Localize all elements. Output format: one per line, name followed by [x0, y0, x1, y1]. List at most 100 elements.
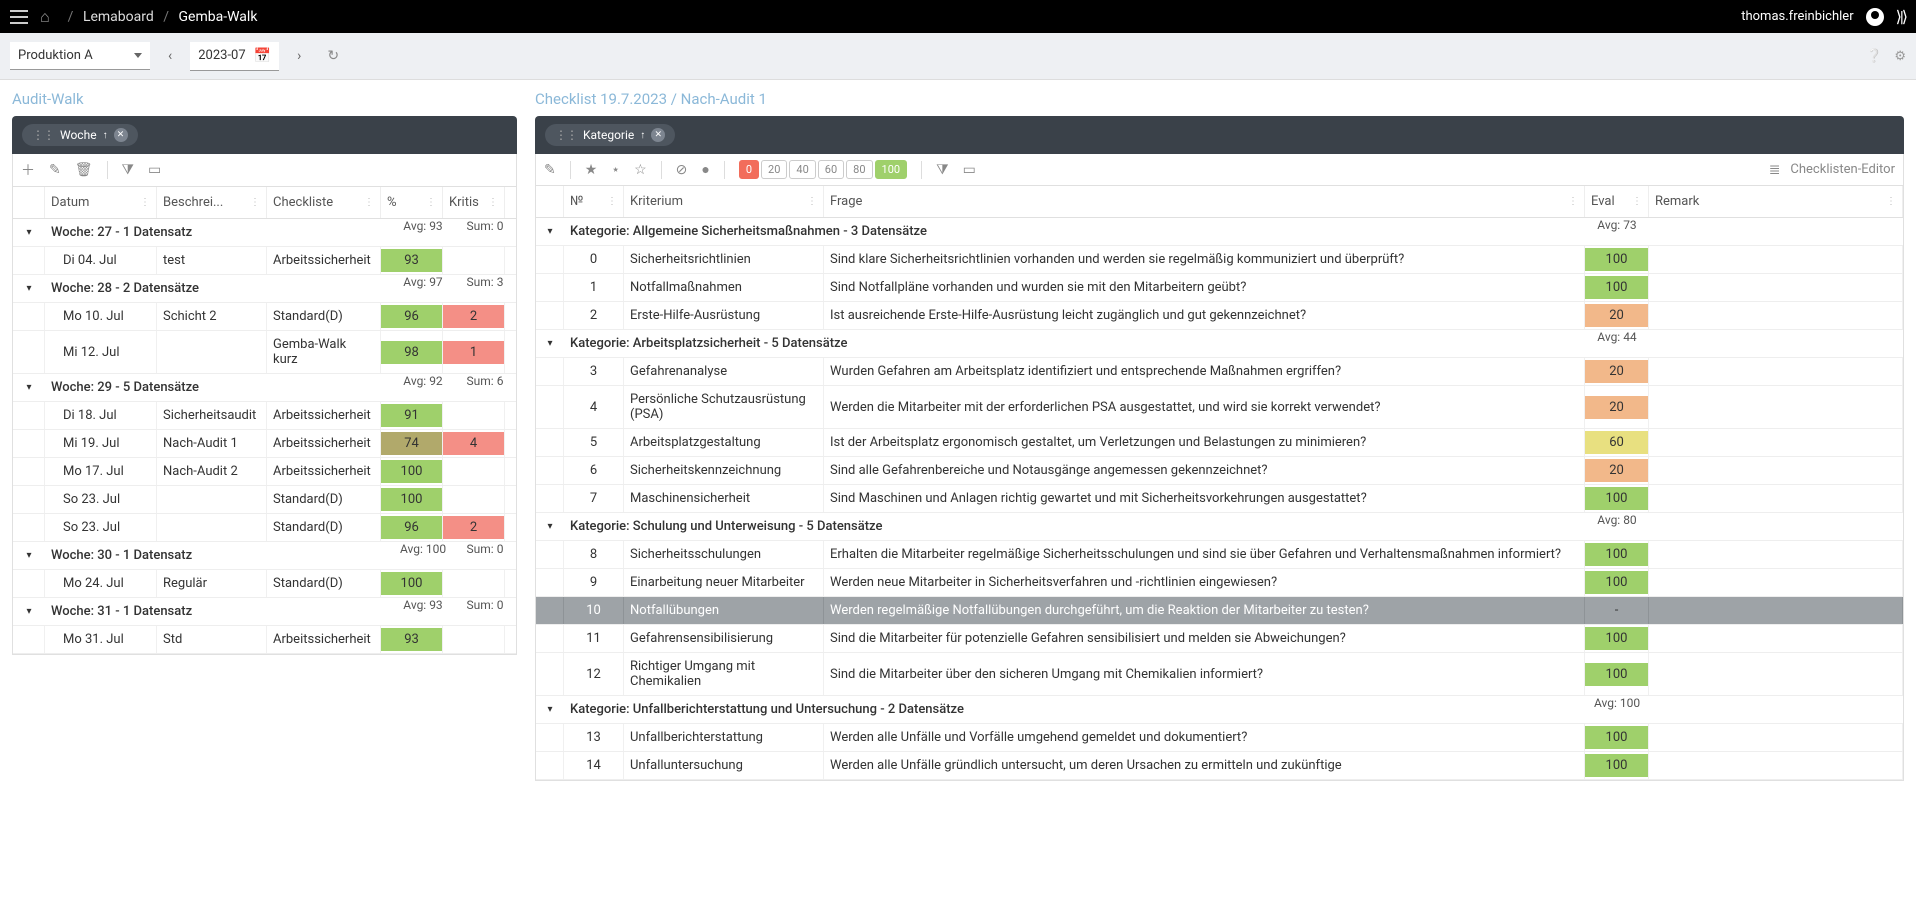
col-kritis[interactable]: Kritis	[449, 195, 479, 210]
delete-button[interactable]: 🗑	[75, 162, 93, 178]
group-row[interactable]: ▾ Woche: 31 - 1 Datensatz Avg: 93 Sum: 0	[13, 598, 516, 626]
group-chip-kategorie[interactable]: ⋮⋮ Kategorie ↑ ✕	[545, 124, 675, 146]
crumb-root[interactable]: Lemaboard	[83, 9, 154, 25]
cell-eval[interactable]: 20	[1585, 360, 1648, 383]
collapse-icon[interactable]: ▾	[26, 550, 31, 561]
cell-eval[interactable]: 100	[1585, 248, 1648, 271]
collapse-icon[interactable]: ▾	[26, 606, 31, 617]
cell-remark[interactable]	[1649, 246, 1903, 273]
list-icon[interactable]: ≣	[1769, 162, 1781, 178]
edit-button[interactable]: ✎	[49, 162, 61, 178]
remove-chip-icon[interactable]: ✕	[651, 128, 665, 142]
col-datum[interactable]: Datum	[51, 195, 89, 210]
cell-remark[interactable]	[1649, 752, 1903, 779]
filter-icon[interactable]: ⧩	[936, 162, 949, 178]
audit-row[interactable]: Mo 24. Jul Regulär Standard(D) 100	[13, 570, 516, 598]
group-row[interactable]: ▾ Kategorie: Schulung und Unterweisung -…	[536, 513, 1903, 541]
audit-row[interactable]: Di 04. Jul test Arbeitssicherheit 93	[13, 247, 516, 275]
dot-icon[interactable]: ●	[701, 161, 709, 178]
group-row[interactable]: ▾ Woche: 27 - 1 Datensatz Avg: 93 Sum: 0	[13, 219, 516, 247]
audit-row[interactable]: So 23. Jul Standard(D) 96 2	[13, 514, 516, 542]
col-menu-icon[interactable]: ⋮	[1568, 196, 1578, 207]
prev-period-button[interactable]: ‹	[160, 44, 180, 68]
star-full-icon[interactable]: ★	[585, 162, 598, 178]
cell-remark[interactable]	[1649, 386, 1903, 428]
col-no[interactable]: №	[570, 194, 583, 209]
col-checkliste[interactable]: Checkliste	[273, 195, 333, 210]
col-menu-icon[interactable]: ⋮	[364, 197, 374, 208]
ban-icon[interactable]: ⊘	[676, 162, 688, 178]
cell-remark[interactable]	[1649, 569, 1903, 596]
collapse-icon[interactable]: ▭	[963, 162, 976, 178]
eval-chip-80[interactable]: 80	[846, 160, 872, 179]
cell-remark[interactable]	[1649, 457, 1903, 484]
audit-row[interactable]: So 23. Jul Standard(D) 100	[13, 486, 516, 514]
eval-chip-0[interactable]: 0	[739, 160, 759, 179]
reload-icon[interactable]: ↻	[327, 48, 339, 64]
audit-row[interactable]: Di 18. Jul Sicherheitsaudit Arbeitssiche…	[13, 402, 516, 430]
remove-chip-icon[interactable]: ✕	[114, 128, 128, 142]
checklist-row[interactable]: 12 Richtiger Umgang mit Chemikalien Sind…	[536, 653, 1903, 696]
checklist-row[interactable]: 8 Sicherheitsschulungen Erhalten die Mit…	[536, 541, 1903, 569]
collapse-icon[interactable]: ▾	[26, 283, 31, 294]
collapse-icon[interactable]: ▾	[547, 338, 552, 349]
col-menu-icon[interactable]: ⋮	[807, 196, 817, 207]
cell-remark[interactable]	[1649, 485, 1903, 512]
col-eval[interactable]: Eval	[1591, 194, 1615, 209]
collapse-icon[interactable]: ▾	[26, 382, 31, 393]
col-remark[interactable]: Remark	[1655, 194, 1699, 209]
checklist-row[interactable]: 11 Gefahrensensibilisierung Sind die Mit…	[536, 625, 1903, 653]
collapse-icon[interactable]: ▭	[148, 162, 161, 178]
period-input[interactable]: 2023-07 📅	[190, 42, 279, 71]
col-beschrei[interactable]: Beschrei...	[163, 195, 223, 210]
group-row[interactable]: ▾ Woche: 28 - 2 Datensätze Avg: 97 Sum: …	[13, 275, 516, 303]
star-empty-icon[interactable]: ☆	[634, 162, 647, 178]
cell-eval[interactable]: 20	[1585, 459, 1648, 482]
help-icon[interactable]: ❔	[1866, 49, 1882, 64]
checklist-row[interactable]: 2 Erste-Hilfe-Ausrüstung Ist ausreichend…	[536, 302, 1903, 330]
checklist-row[interactable]: 7 Maschinensicherheit Sind Maschinen und…	[536, 485, 1903, 513]
cell-eval[interactable]: 100	[1585, 663, 1648, 686]
cell-remark[interactable]	[1649, 274, 1903, 301]
checklist-row[interactable]: 5 Arbeitsplatzgestaltung Ist der Arbeits…	[536, 429, 1903, 457]
col-menu-icon[interactable]: ⋮	[1886, 196, 1896, 207]
eval-chip-100[interactable]: 100	[875, 160, 908, 179]
cell-eval[interactable]: 20	[1585, 304, 1648, 327]
next-period-button[interactable]: ›	[289, 44, 309, 68]
group-row[interactable]: ▾ Kategorie: Unfallberichterstattung und…	[536, 696, 1903, 724]
crumb-current[interactable]: Gemba-Walk	[179, 9, 258, 25]
sort-up-icon[interactable]: ↑	[640, 130, 645, 141]
checklist-row[interactable]: 4 Persönliche Schutzausrüstung (PSA) Wer…	[536, 386, 1903, 429]
group-row[interactable]: ▾ Woche: 30 - 1 Datensatz Avg: 100 Sum: …	[13, 542, 516, 570]
filter-icon[interactable]: ⧩	[122, 162, 135, 178]
checklist-row[interactable]: 1 Notfallmaßnahmen Sind Notfallpläne vor…	[536, 274, 1903, 302]
col-menu-icon[interactable]: ⋮	[250, 197, 260, 208]
collapse-icon[interactable]: ▾	[547, 704, 552, 715]
cell-eval[interactable]: 20	[1585, 396, 1648, 419]
audit-row[interactable]: Mi 12. Jul Gemba-Walk kurz 98 1	[13, 331, 516, 374]
group-row[interactable]: ▾ Kategorie: Allgemeine Sicherheitsmaßna…	[536, 218, 1903, 246]
sort-up-icon[interactable]: ↑	[103, 130, 108, 141]
audit-row[interactable]: Mo 10. Jul Schicht 2 Standard(D) 96 2	[13, 303, 516, 331]
eval-chip-20[interactable]: 20	[761, 160, 787, 179]
col-menu-icon[interactable]: ⋮	[607, 196, 617, 207]
collapse-icon[interactable]: ▾	[547, 226, 552, 237]
col-kriterium[interactable]: Kriterium	[630, 194, 683, 209]
col-pct[interactable]: %	[387, 195, 397, 210]
cell-eval[interactable]: -	[1585, 599, 1648, 622]
eval-chip-40[interactable]: 40	[789, 160, 815, 179]
collapse-icon[interactable]: ▾	[547, 521, 552, 532]
col-menu-icon[interactable]: ⋮	[426, 197, 436, 208]
star-half-icon[interactable]: ⋆	[611, 162, 620, 178]
audit-row[interactable]: Mo 31. Jul Std Arbeitssicherheit 93	[13, 626, 516, 654]
collapse-icon[interactable]: ▾	[26, 227, 31, 238]
group-row[interactable]: ▾ Woche: 29 - 5 Datensätze Avg: 92 Sum: …	[13, 374, 516, 402]
cell-eval[interactable]: 100	[1585, 487, 1648, 510]
cell-eval[interactable]: 100	[1585, 726, 1648, 749]
checklist-row[interactable]: 10 Notfallübungen Werden regelmäßige Not…	[536, 597, 1903, 625]
checklist-row[interactable]: 14 Unfalluntersuchung Werden alle Unfäll…	[536, 752, 1903, 780]
cell-eval[interactable]: 60	[1585, 431, 1648, 454]
checklist-row[interactable]: 6 Sicherheitskennzeichnung Sind alle Gef…	[536, 457, 1903, 485]
col-menu-icon[interactable]: ⋮	[488, 197, 498, 208]
calendar-icon[interactable]: 📅	[254, 48, 271, 64]
